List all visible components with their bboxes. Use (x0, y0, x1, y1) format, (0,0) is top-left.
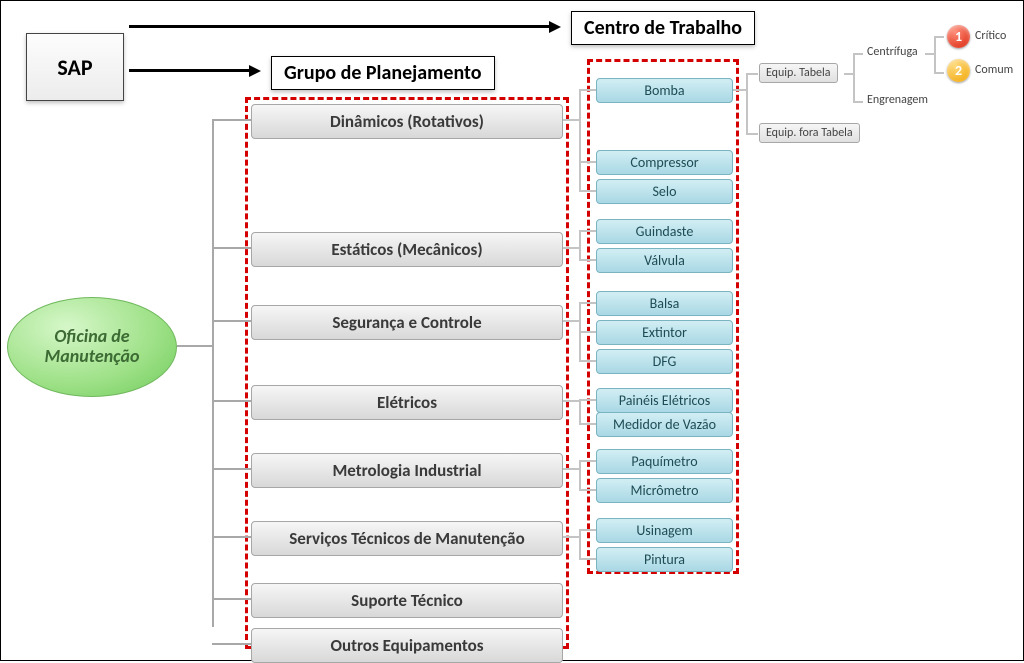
wc-balsa: Balsa (596, 291, 733, 316)
conn-selo (579, 190, 596, 192)
wc-bomba: Bomba (596, 78, 733, 103)
trunk-line-root (177, 345, 212, 347)
conn-comum (934, 72, 944, 74)
conn-paq (579, 460, 596, 462)
priority-1-icon: 1 (947, 25, 970, 48)
leaf-centrifuga: Centrífuga (867, 45, 918, 59)
plan-node-dinamicos: Dinâmicos (Rotativos) (251, 104, 563, 139)
conn-cent-v (934, 36, 936, 74)
wc-extintor: Extintor (596, 320, 733, 345)
conn-met-stub (563, 468, 579, 470)
conn-ext (579, 331, 596, 333)
conn-pin (579, 558, 596, 560)
plan-node-suporte: Suporte Técnico (251, 583, 563, 618)
conn-est-stub (563, 247, 579, 249)
dashed-frame-planning (245, 97, 569, 649)
conn-ele-v (579, 399, 581, 425)
conn-plan-4 (212, 468, 251, 470)
leaf-engrenagem: Engrenagem (867, 93, 928, 107)
conn-bomba (579, 89, 596, 91)
sap-box: SAP (26, 33, 124, 101)
priority-comum: Comum (975, 63, 1013, 77)
conn-engren (853, 101, 863, 103)
conn-mic (579, 489, 596, 491)
header-grupo-planejamento: Grupo de Planejamento (271, 56, 495, 90)
wc-pintura: Pintura (596, 547, 733, 572)
conn-bomba-e-v (746, 73, 748, 135)
conn-plan-2 (212, 320, 251, 322)
conn-srv-stub (563, 536, 579, 538)
wc-dfg: DFG (596, 349, 733, 374)
conn-balsa (579, 302, 596, 304)
conn-compr (579, 161, 596, 163)
conn-seg-stub (563, 320, 579, 322)
conn-bomba-e-stub (733, 89, 747, 91)
conn-medidor (579, 423, 596, 425)
plan-node-servicos: Serviços Técnicos de Manutenção (251, 521, 563, 556)
plan-node-eletricos: Elétricos (251, 385, 563, 420)
root-oficina-manutencao: Oficina de Manutenção (7, 297, 177, 397)
priority-2-icon: 2 (947, 59, 970, 82)
plan-node-estaticos: Estáticos (Mecânicos) (251, 232, 563, 267)
wc-medidor-vazao: Medidor de Vazão (596, 412, 733, 437)
wc-selo: Selo (596, 179, 733, 204)
conn-crit (934, 36, 944, 38)
plan-node-outros: Outros Equipamentos (251, 628, 563, 663)
wc-paquimetro: Paquímetro (596, 449, 733, 474)
conn-plan-7 (212, 643, 251, 645)
conn-din-stub (563, 119, 579, 121)
plan-node-metrologia: Metrologia Industrial (251, 453, 563, 488)
conn-est-v (579, 230, 581, 261)
conn-ele-stub (563, 400, 579, 402)
conn-guind (579, 230, 596, 232)
wc-paineis: Painéis Elétricos (596, 388, 733, 413)
conn-equip-tab (746, 73, 758, 75)
conn-valv (579, 259, 596, 261)
conn-paineis (579, 399, 596, 401)
priority-critico: Crítico (975, 29, 1006, 43)
conn-met-v (579, 460, 581, 491)
header-centro-trabalho: Centro de Trabalho (571, 11, 755, 45)
conn-dfg (579, 360, 596, 362)
conn-plan-1 (212, 247, 251, 249)
arrow-sap-to-centro (129, 25, 557, 28)
arrow-sap-to-grupo (129, 69, 257, 72)
node-equip-tabela: Equip. Tabela (759, 63, 838, 83)
conn-din-v (579, 89, 581, 191)
conn-plan-0 (212, 119, 251, 121)
conn-plan-3 (212, 400, 251, 402)
conn-plan-6 (212, 598, 251, 600)
conn-equip-fora (746, 133, 758, 135)
plan-node-seguranca: Segurança e Controle (251, 305, 563, 340)
conn-plan-5 (212, 536, 251, 538)
conn-centrif (853, 53, 863, 55)
conn-usi (579, 529, 596, 531)
wc-compressor: Compressor (596, 150, 733, 175)
wc-guindaste: Guindaste (596, 219, 733, 244)
trunk-line-vertical (212, 119, 214, 627)
conn-tab-e-v (853, 53, 855, 103)
conn-srv-v (579, 529, 581, 560)
wc-valvula: Válvula (596, 248, 733, 273)
root-label: Oficina de Manutenção (45, 327, 140, 367)
node-equip-fora: Equip. fora Tabela (759, 123, 860, 143)
wc-usinagem: Usinagem (596, 518, 733, 543)
wc-micrometro: Micrômetro (596, 478, 733, 503)
